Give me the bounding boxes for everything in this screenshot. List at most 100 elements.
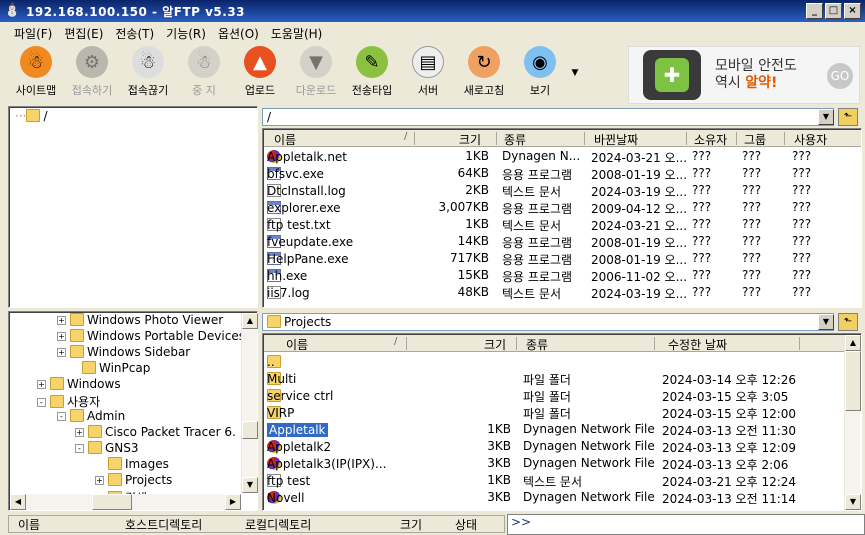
scroll-up-icon[interactable]: ▲ bbox=[845, 335, 861, 351]
server-button[interactable]: ▤ 서버 bbox=[400, 44, 456, 102]
col-size[interactable]: 크기 bbox=[459, 131, 481, 148]
table-row[interactable]: bfsvc.exe 64KB 응용 프로그램 2008-01-19 오...?????… bbox=[265, 165, 861, 182]
scroll-down-icon[interactable]: ▼ bbox=[242, 477, 258, 493]
tree-node[interactable]: + Windows Photo Viewer bbox=[57, 313, 223, 327]
disconnect-button[interactable]: ☃ 접속끊기 bbox=[120, 44, 176, 102]
scroll-up-icon[interactable]: ▲ bbox=[242, 313, 258, 329]
ad-go-button[interactable]: GO bbox=[827, 63, 853, 89]
menu-transfer[interactable]: 전송(T) bbox=[109, 25, 160, 42]
table-row[interactable]: fveupdate.exe 14KB 응용 프로그램 2008-01-19 오...?… bbox=[265, 233, 861, 250]
table-row[interactable]: hh.exe 15KB 응용 프로그램 2006-11-02 오...????????… bbox=[265, 267, 861, 284]
table-row[interactable]: explorer.exe 3,007KB 응용 프로그램 2009-04-12 오..… bbox=[265, 199, 861, 216]
queue-col-status[interactable]: 상태 bbox=[455, 516, 477, 533]
table-row[interactable]: Appletalk.net 1KB Dynagen N... 2024-03-21 오… bbox=[265, 148, 861, 165]
remote-path-combo[interactable]: / bbox=[262, 108, 834, 126]
expand-icon[interactable]: + bbox=[37, 380, 46, 389]
table-row[interactable]: ftp test 1KB 텍스트 문서 2024-03-21 오후 12:24 bbox=[265, 472, 843, 489]
scroll-thumb[interactable] bbox=[845, 351, 861, 411]
tree-node[interactable]: - Admin bbox=[57, 409, 125, 423]
local-path-combo[interactable]: Projects bbox=[262, 313, 834, 331]
upload-button[interactable]: ▲ 업로드 bbox=[232, 44, 288, 102]
table-row[interactable]: service ctrl 파일 폴더 2024-03-15 오후 3:05 bbox=[265, 387, 843, 404]
collapse-icon[interactable]: - bbox=[57, 412, 66, 421]
queue-col-host-dir[interactable]: 호스트디렉토리 bbox=[125, 516, 202, 533]
remote-path-dropdown[interactable]: ▼ bbox=[818, 109, 834, 125]
scroll-right-icon[interactable]: ▶ bbox=[225, 494, 241, 510]
scroll-left-icon[interactable]: ◀ bbox=[10, 494, 26, 510]
ad-banner[interactable]: ✚ 모바일 안전도 역시 알약! GO bbox=[628, 46, 860, 104]
scroll-down-icon[interactable]: ▼ bbox=[845, 494, 861, 510]
col-name[interactable]: 이름 bbox=[286, 336, 308, 353]
collapse-icon[interactable]: - bbox=[75, 444, 84, 453]
table-row[interactable]: Multi 파일 폴더 2024-03-14 오후 12:26 bbox=[265, 370, 843, 387]
tree-node[interactable]: Images bbox=[95, 457, 169, 471]
col-modified[interactable]: 바뀐날짜 bbox=[594, 131, 638, 148]
stop-button[interactable]: ☃ 중 지 bbox=[176, 44, 232, 102]
queue-col-size[interactable]: 크기 bbox=[400, 516, 422, 533]
tree-node[interactable]: - 사용자 bbox=[37, 393, 100, 410]
expand-icon[interactable]: + bbox=[57, 348, 66, 357]
download-button[interactable]: ▼ 다운로드 bbox=[288, 44, 344, 102]
table-row[interactable]: Appletalk2 3KB Dynagen Network File 2024-03… bbox=[265, 438, 843, 455]
transfer-type-button[interactable]: ✎ 전송타입 bbox=[344, 44, 400, 102]
col-modified[interactable]: 수정한 날짜 bbox=[668, 336, 727, 353]
tree-node[interactable]: + Cisco Packet Tracer 6. bbox=[75, 425, 236, 439]
col-group[interactable]: 그룹 bbox=[744, 131, 766, 148]
menu-file[interactable]: 파일(F) bbox=[8, 25, 58, 42]
sitemap-button[interactable]: ☃ 사이트맵 bbox=[8, 44, 64, 102]
tree-node[interactable]: + Projects bbox=[95, 473, 172, 487]
queue-col-name[interactable]: 이름 bbox=[18, 516, 40, 533]
table-row[interactable]: Novell 3KB Dynagen Network File 2024-03-13 … bbox=[265, 489, 843, 506]
maximize-button[interactable]: □ bbox=[825, 3, 842, 19]
local-file-list[interactable]: 이름 / 크기 종류 수정한 날짜 .. Multi 파일 폴더 2024-03-14… bbox=[262, 333, 862, 511]
view-button[interactable]: ◉ 보기 bbox=[512, 44, 568, 102]
collapse-icon[interactable]: - bbox=[37, 398, 46, 407]
local-list-vscrollbar[interactable]: ▲ ▼ bbox=[844, 335, 861, 510]
menu-edit[interactable]: 편집(E) bbox=[58, 25, 109, 42]
remote-file-list[interactable]: 이름 / 크기 종류 바뀐날짜 소유자 그룹 사용자 Appletalk.net… bbox=[262, 128, 862, 308]
col-owner[interactable]: 소유자 bbox=[694, 131, 727, 148]
menu-function[interactable]: 기능(R) bbox=[160, 25, 212, 42]
col-size[interactable]: 크기 bbox=[484, 336, 506, 353]
table-row[interactable]: VIRP 파일 폴더 2024-03-15 오후 12:00 bbox=[265, 404, 843, 421]
connect-button[interactable]: ⚙ 접속하기 bbox=[64, 44, 120, 102]
table-row[interactable]: HelpPane.exe 717KB 응용 프로그램 2008-01-19 오...?… bbox=[265, 250, 861, 267]
table-row[interactable]: .. bbox=[265, 353, 843, 370]
tree-node[interactable]: + Windows bbox=[37, 377, 121, 391]
remote-tree-root[interactable]: ··· / bbox=[15, 109, 48, 123]
col-type[interactable]: 종류 bbox=[504, 131, 526, 148]
remote-up-folder-button[interactable]: ⬑ bbox=[838, 108, 858, 126]
col-user[interactable]: 사용자 bbox=[794, 131, 827, 148]
menu-help[interactable]: 도움말(H) bbox=[265, 25, 329, 42]
local-tree-pane[interactable]: + Windows Photo Viewer + Windows Portable D… bbox=[8, 311, 258, 511]
toolbar-dropdown-arrow[interactable]: ▼ bbox=[568, 44, 582, 102]
expand-icon[interactable]: + bbox=[95, 476, 104, 485]
tree-node[interactable]: WinPcap bbox=[69, 361, 150, 375]
local-tree-hscrollbar[interactable]: ◀ ▶ bbox=[10, 494, 241, 510]
tree-node[interactable]: + Windows Portable Devices bbox=[57, 329, 245, 343]
hscroll-thumb[interactable] bbox=[92, 494, 132, 510]
tree-node[interactable]: - GNS3 bbox=[75, 441, 139, 455]
table-row[interactable]: ftp test.txt 1KB 텍스트 문서 2024-03-21 오...????… bbox=[265, 216, 861, 233]
remote-tree-pane[interactable]: ··· / bbox=[8, 106, 258, 308]
col-name[interactable]: 이름 bbox=[274, 131, 296, 148]
local-tree-vscrollbar[interactable]: ▲ ▼ bbox=[241, 313, 258, 493]
col-type[interactable]: 종류 bbox=[526, 336, 548, 353]
local-path-dropdown[interactable]: ▼ bbox=[818, 314, 834, 330]
scroll-thumb[interactable] bbox=[242, 421, 258, 439]
table-row[interactable]: DtcInstall.log 2KB 텍스트 문서 2024-03-19 오...??… bbox=[265, 182, 861, 199]
table-row[interactable]: Appletalk 1KB Dynagen Network File 2024-03-… bbox=[265, 421, 843, 438]
tree-node[interactable]: + Windows Sidebar bbox=[57, 345, 190, 359]
table-row[interactable]: iis7.log 48KB 텍스트 문서 2024-03-19 오...???????… bbox=[265, 284, 861, 301]
expand-icon[interactable]: + bbox=[57, 316, 66, 325]
expand-icon[interactable]: + bbox=[57, 332, 66, 341]
log-console[interactable]: >> bbox=[507, 514, 865, 535]
minimize-button[interactable]: _ bbox=[806, 3, 823, 19]
local-up-folder-button[interactable]: ⬑ bbox=[838, 313, 858, 331]
queue-col-local-dir[interactable]: 로컬디렉토리 bbox=[245, 516, 311, 533]
menu-options[interactable]: 옵션(O) bbox=[212, 25, 265, 42]
close-button[interactable]: × bbox=[844, 3, 861, 19]
table-row[interactable]: Appletalk3(IP(IPX)... 3KB Dynagen Network … bbox=[265, 455, 843, 472]
expand-icon[interactable]: + bbox=[75, 428, 84, 437]
refresh-button[interactable]: ↻ 새로고침 bbox=[456, 44, 512, 102]
